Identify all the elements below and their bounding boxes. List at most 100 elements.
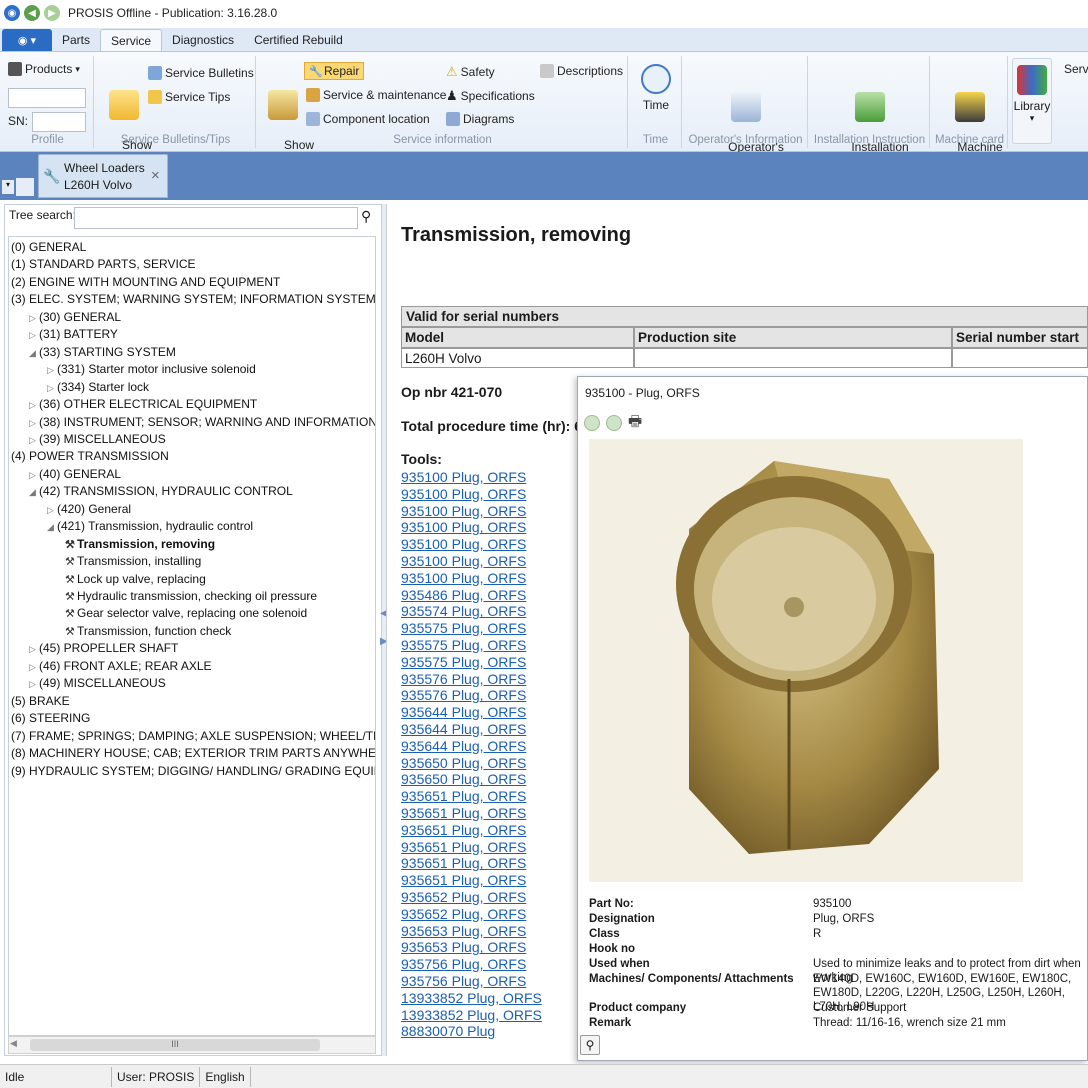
tab-parts[interactable]: Parts (52, 29, 100, 51)
tool-link[interactable]: 935100 Plug, ORFS (401, 570, 526, 587)
tree-node[interactable]: (5) BRAKE (11, 693, 70, 710)
time-button[interactable]: Time (634, 64, 678, 112)
tree-search-input[interactable] (74, 207, 358, 229)
tree-node[interactable]: (0) GENERAL (11, 239, 86, 256)
service-tips-button[interactable]: Service Tips (148, 90, 230, 104)
tool-link[interactable]: 88830070 Plug (401, 1023, 495, 1040)
expand-icon[interactable]: ▷ (47, 362, 57, 379)
tool-link[interactable]: 935756 Plug, ORFS (401, 973, 526, 990)
safety-button[interactable]: ⚠ Safety (446, 64, 495, 80)
tree-node[interactable]: ◢ (33) STARTING SYSTEM (29, 344, 176, 361)
tool-link[interactable]: 935575 Plug, ORFS (401, 620, 526, 637)
tool-link[interactable]: 935574 Plug, ORFS (401, 603, 526, 620)
expand-icon[interactable]: ▷ (29, 397, 39, 414)
tool-link[interactable]: 935576 Plug, ORFS (401, 687, 526, 704)
tool-link[interactable]: 935644 Plug, ORFS (401, 704, 526, 721)
tool-link[interactable]: 935100 Plug, ORFS (401, 469, 526, 486)
document-tab[interactable]: 🔧 Wheel Loaders L260H Volvo × (38, 154, 168, 198)
tool-link[interactable]: 935575 Plug, ORFS (401, 637, 526, 654)
repair-button[interactable]: 🔧 Repair (304, 62, 365, 80)
sn-input[interactable] (32, 112, 86, 132)
application-menu-button[interactable]: ◉ ▾ (2, 29, 52, 51)
tree-node[interactable]: ▷ (38) INSTRUMENT; SENSOR; WARNING AND IN… (29, 414, 375, 432)
expand-icon[interactable]: ▷ (47, 502, 57, 519)
expand-icon[interactable]: ▷ (29, 659, 39, 676)
tool-link[interactable]: 13933852 Plug, ORFS (401, 990, 542, 1007)
tree-node[interactable]: ▷ (331) Starter motor inclusive solenoid (47, 361, 256, 378)
products-dropdown[interactable]: Products ▾ (8, 62, 80, 76)
tab-list-dropdown[interactable]: ▾ (2, 180, 14, 194)
tree-leaf[interactable]: ⚒ Lock up valve, replacing (65, 571, 206, 588)
zoom-icon[interactable]: ⚲ (580, 1035, 600, 1055)
expand-icon[interactable]: ▷ (29, 641, 39, 658)
expand-icon[interactable]: ▷ (29, 327, 39, 344)
tree-node[interactable]: ▷ (36) OTHER ELECTRICAL EQUIPMENT (29, 396, 257, 413)
tree-node[interactable]: (6) STEERING (11, 710, 90, 727)
tree-node[interactable]: (8) MACHINERY HOUSE; CAB; EXTERIOR TRIM … (11, 745, 375, 762)
library-button[interactable]: Library ▾ (1012, 58, 1052, 144)
tree-node[interactable]: ▷ (40) GENERAL (29, 466, 121, 483)
tab-service[interactable]: Service (100, 29, 163, 51)
tree-node[interactable]: ▷ (334) Starter lock (47, 379, 149, 396)
tool-link[interactable]: 935100 Plug, ORFS (401, 536, 526, 553)
tree-node[interactable]: ◢ (421) Transmission, hydraulic control (47, 518, 253, 535)
tree-node[interactable]: ▷ (31) BATTERY (29, 326, 118, 343)
expand-icon[interactable]: ▷ (29, 310, 39, 327)
tool-link[interactable]: 935650 Plug, ORFS (401, 771, 526, 788)
tool-link[interactable]: 935652 Plug, ORFS (401, 906, 526, 923)
tree-node[interactable]: (7) FRAME; SPRINGS; DAMPING; AXLE SUSPEN… (11, 728, 375, 745)
tree-node[interactable]: (2) ENGINE WITH MOUNTING AND EQUIPMENT (11, 274, 280, 291)
tool-link[interactable]: 935651 Plug, ORFS (401, 822, 526, 839)
binoculars-icon[interactable]: ⚲ (361, 208, 371, 225)
tool-link[interactable]: 935651 Plug, ORFS (401, 839, 526, 856)
expand-icon[interactable]: ▷ (47, 380, 57, 397)
tool-link[interactable]: 935100 Plug, ORFS (401, 486, 526, 503)
tool-link[interactable]: 935651 Plug, ORFS (401, 872, 526, 889)
tree-node[interactable]: ▷ (46) FRONT AXLE; REAR AXLE (29, 658, 212, 675)
tool-link[interactable]: 935651 Plug, ORFS (401, 788, 526, 805)
tool-link[interactable]: 935651 Plug, ORFS (401, 805, 526, 822)
tree-node[interactable]: (9) HYDRAULIC SYSTEM; DIGGING/ HANDLING/… (11, 763, 375, 780)
print-icon[interactable]: 🖶 (628, 411, 642, 436)
tool-link[interactable]: 935653 Plug, ORFS (401, 939, 526, 956)
expand-icon[interactable]: ▷ (29, 415, 39, 432)
expand-icon[interactable]: ▷ (29, 467, 39, 484)
tree-leaf[interactable]: ⚒ Transmission, function check (65, 623, 231, 640)
expand-icon[interactable]: ▷ (29, 676, 39, 693)
specifications-button[interactable]: ♟ Specifications (446, 88, 535, 104)
tree-node[interactable]: (1) STANDARD PARTS, SERVICE (11, 256, 195, 273)
tool-link[interactable]: 935575 Plug, ORFS (401, 654, 526, 671)
tree-node[interactable]: (4) POWER TRANSMISSION (11, 448, 169, 465)
forward-icon[interactable]: ▶ (44, 5, 60, 21)
tree-node[interactable]: ▷ (45) PROPELLER SHAFT (29, 640, 178, 657)
tool-link[interactable]: 935100 Plug, ORFS (401, 553, 526, 570)
service-bulletins-button[interactable]: Service Bulletins (148, 66, 254, 80)
tree-node[interactable]: ▷ (420) General (47, 501, 131, 518)
tool-link[interactable]: 935576 Plug, ORFS (401, 671, 526, 688)
tab-diagnostics[interactable]: Diagnostics (162, 29, 244, 51)
tool-link[interactable]: 935486 Plug, ORFS (401, 587, 526, 604)
back-icon[interactable]: ◀ (24, 5, 40, 21)
tree-node[interactable]: ◢ (42) TRANSMISSION, HYDRAULIC CONTROL (29, 483, 293, 500)
tree-leaf[interactable]: ⚒ Transmission, removing (65, 536, 215, 553)
tree-leaf[interactable]: ⚒ Gear selector valve, replacing one sole… (65, 605, 307, 622)
tab-certified-rebuild[interactable]: Certified Rebuild (244, 29, 353, 51)
tool-link[interactable]: 13933852 Plug, ORFS (401, 1007, 542, 1024)
tree-node[interactable]: ▷ (49) MISCELLANEOUS (29, 675, 166, 692)
tool-link[interactable]: 935651 Plug, ORFS (401, 855, 526, 872)
tree-node[interactable]: (3) ELEC. SYSTEM; WARNING SYSTEM; INFORM… (11, 291, 375, 308)
forward-icon[interactable] (606, 415, 622, 431)
tool-link[interactable]: 935100 Plug, ORFS (401, 503, 526, 520)
tool-link[interactable]: 935652 Plug, ORFS (401, 889, 526, 906)
tree-leaf[interactable]: ⚒ Transmission, installing (65, 553, 201, 570)
scrollbar-thumb[interactable]: III (30, 1039, 320, 1051)
new-tab-icon[interactable] (16, 178, 34, 196)
close-tab-icon[interactable]: × (151, 167, 160, 184)
collapse-icon[interactable]: ◢ (29, 484, 39, 501)
tool-link[interactable]: 935653 Plug, ORFS (401, 923, 526, 940)
collapse-icon[interactable]: ◢ (29, 345, 39, 362)
scroll-left-icon[interactable]: ◀ (10, 1038, 17, 1049)
collapse-icon[interactable]: ◢ (47, 519, 57, 536)
service-maintenance-button[interactable]: Service & maintenance (306, 88, 446, 102)
tool-link[interactable]: 935650 Plug, ORFS (401, 755, 526, 772)
